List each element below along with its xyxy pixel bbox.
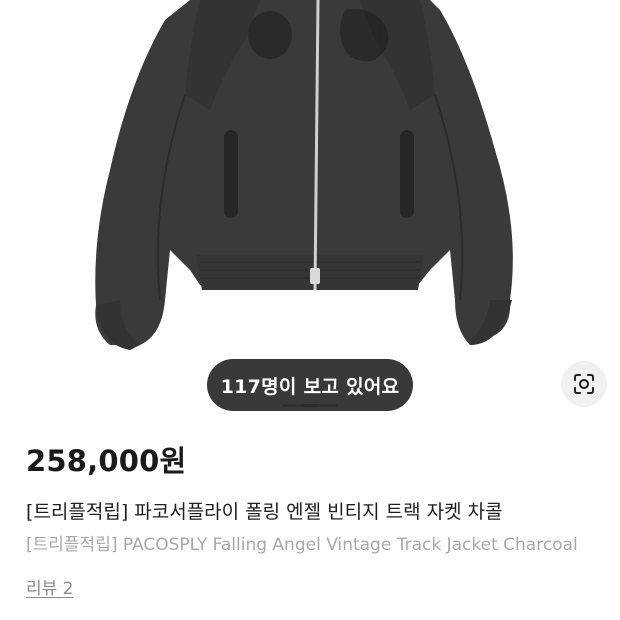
jacket-illustration — [95, 0, 513, 350]
product-title: [트리플적립] 파코서플라이 폴링 엔젤 빈티지 트랙 자켓 차콜 — [26, 501, 503, 523]
visual-search-icon — [574, 374, 594, 394]
product-price: 258,000원 — [26, 444, 187, 478]
carousel-page-indicator — [283, 404, 337, 407]
review-count-link[interactable]: 리뷰 2 — [26, 574, 74, 599]
viewers-count-text: 117명이 보고 있어요 — [220, 375, 400, 398]
carousel-dot-active — [301, 404, 319, 407]
product-title-english: [트리플적립] PACOSPLY Falling Angel Vintage T… — [26, 535, 578, 555]
visual-search-button[interactable] — [561, 361, 607, 407]
carousel-dot — [283, 404, 301, 407]
carousel-dot — [319, 404, 337, 407]
product-image[interactable]: 117명이 보고 있어요 — [0, 0, 620, 420]
